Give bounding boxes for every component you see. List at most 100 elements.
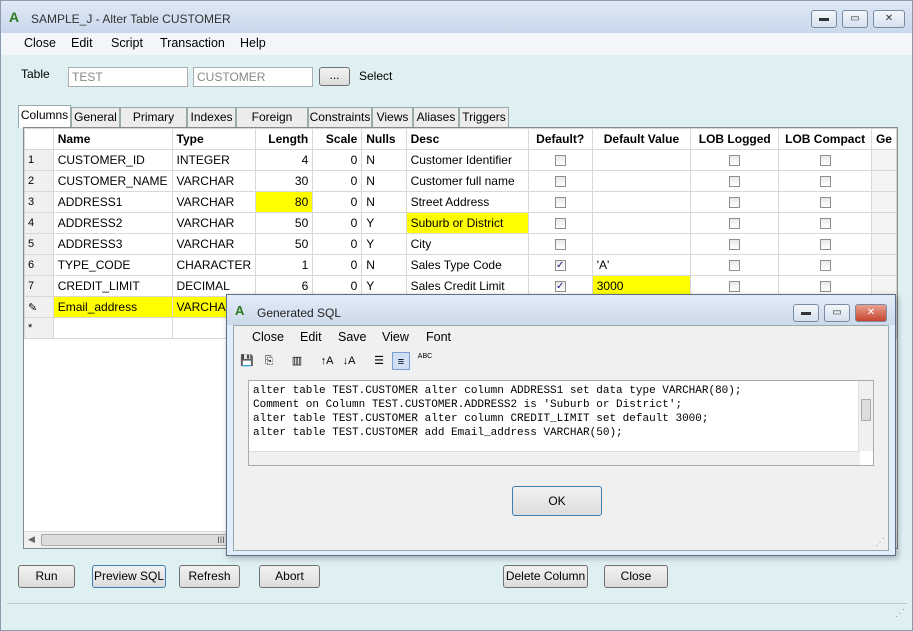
col-header-length[interactable]: Length — [255, 128, 314, 150]
dialog-menu-save[interactable]: Save — [338, 330, 367, 344]
col-header-default-value[interactable]: Default Value — [591, 128, 692, 150]
table-row[interactable]: 3 ADDRESS1 VARCHAR 80 0 N Street Address — [24, 191, 897, 213]
lob-compact-checkbox[interactable] — [819, 260, 831, 272]
cell-length[interactable]: 50 — [255, 212, 314, 234]
wrap-icon[interactable]: ☰ — [370, 352, 388, 370]
cell-default-value[interactable] — [591, 212, 692, 234]
cell-default-flag[interactable] — [527, 212, 593, 234]
col-header-default-flag[interactable]: Default? — [527, 128, 593, 150]
cell-type[interactable]: VARCHAR — [171, 233, 257, 255]
cell-scale[interactable]: 0 — [312, 191, 363, 213]
cell-name[interactable] — [52, 317, 173, 339]
cell-type[interactable]: CHARACTER — [171, 254, 257, 276]
col-header-scale[interactable]: Scale — [312, 128, 363, 150]
menu-script[interactable]: Script — [111, 36, 143, 50]
default-checkbox[interactable] — [554, 155, 566, 167]
resize-grip-icon[interactable]: ⋰ — [895, 608, 905, 619]
cell-scale[interactable]: 0 — [312, 170, 363, 192]
browse-button[interactable]: ... — [319, 67, 350, 86]
cell-lob-logged[interactable] — [690, 170, 780, 192]
sql-scroll-thumb[interactable] — [861, 399, 871, 421]
abort-button[interactable]: Abort — [259, 565, 320, 588]
lob-compact-checkbox[interactable] — [819, 176, 831, 188]
sort-desc-icon[interactable]: ↓A — [340, 352, 358, 370]
lob-compact-checkbox[interactable] — [819, 218, 831, 230]
tab-primary-key[interactable]: Primary Key — [120, 107, 187, 142]
col-header-generated[interactable]: Ge — [870, 128, 897, 150]
cell-nulls[interactable]: Y — [361, 233, 407, 255]
cell-nulls[interactable]: Y — [361, 212, 407, 234]
preview-sql-button[interactable]: Preview SQL — [92, 565, 166, 588]
lob-logged-checkbox[interactable] — [729, 281, 741, 293]
schema-field[interactable]: TEST — [68, 67, 188, 87]
default-checkbox[interactable] — [554, 176, 566, 188]
sql-text-area[interactable]: alter table TEST.CUSTOMER alter column A… — [248, 380, 874, 466]
menu-edit[interactable]: Edit — [71, 36, 93, 50]
align-icon[interactable]: ≡ — [392, 352, 410, 370]
cell-scale[interactable]: 0 — [312, 254, 363, 276]
dialog-menu-font[interactable]: Font — [426, 330, 451, 344]
cell-desc[interactable]: Customer full name — [405, 170, 529, 192]
dialog-menu-edit[interactable]: Edit — [300, 330, 322, 344]
ok-button[interactable]: OK — [512, 486, 602, 516]
cell-nulls[interactable]: N — [361, 149, 407, 171]
lob-logged-checkbox[interactable] — [729, 176, 741, 188]
table-name-field[interactable]: CUSTOMER — [193, 67, 313, 87]
lob-compact-checkbox[interactable] — [819, 281, 831, 293]
refresh-button[interactable]: Refresh — [179, 565, 240, 588]
cell-default-flag[interactable] — [527, 170, 593, 192]
cell-lob-compact[interactable] — [778, 191, 872, 213]
title-bar[interactable]: A SAMPLE_J - Alter Table CUSTOMER ▬ ▭ ✕ — [1, 1, 912, 33]
close-window-button[interactable]: ✕ — [873, 10, 905, 28]
cell-desc[interactable]: Sales Type Code — [405, 254, 529, 276]
cell-desc[interactable]: Customer Identifier — [405, 149, 529, 171]
cell-lob-compact[interactable] — [778, 212, 872, 234]
sql-vertical-scrollbar[interactable] — [858, 381, 873, 451]
cell-name[interactable]: CUSTOMER_NAME — [52, 170, 173, 192]
dialog-menu-view[interactable]: View — [382, 330, 409, 344]
dialog-menu-close[interactable]: Close — [252, 330, 284, 344]
table-row[interactable]: 2 CUSTOMER_NAME VARCHAR 30 0 N Customer full n… — [24, 170, 897, 192]
save-icon[interactable]: 💾 — [238, 352, 256, 370]
table-row[interactable]: 5 ADDRESS3 VARCHAR 50 0 Y City — [24, 233, 897, 255]
lob-logged-checkbox[interactable] — [729, 260, 741, 272]
table-row[interactable]: 4 ADDRESS2 VARCHAR 50 0 Y Suburb or District — [24, 212, 897, 234]
lob-logged-checkbox[interactable] — [729, 239, 741, 251]
tab-general[interactable]: General — [71, 107, 120, 127]
lob-compact-checkbox[interactable] — [819, 239, 831, 251]
cell-name[interactable]: ADDRESS3 — [52, 233, 173, 255]
cell-name[interactable]: ADDRESS2 — [52, 212, 173, 234]
cell-type[interactable]: INTEGER — [171, 149, 257, 171]
col-header-desc[interactable]: Desc — [405, 128, 529, 150]
cell-scale[interactable]: 0 — [312, 233, 363, 255]
columns-icon[interactable]: ▥ — [288, 352, 306, 370]
tab-triggers[interactable]: Triggers — [459, 107, 509, 127]
cell-generated[interactable] — [870, 212, 897, 234]
cell-default-value[interactable] — [591, 170, 692, 192]
cell-generated[interactable] — [870, 254, 897, 276]
cell-generated[interactable] — [870, 149, 897, 171]
uppercase-icon[interactable]: ABC — [416, 352, 434, 370]
lob-compact-checkbox[interactable] — [819, 197, 831, 209]
cell-length[interactable]: 1 — [255, 254, 314, 276]
sort-asc-icon[interactable]: ↑A — [318, 352, 336, 370]
cell-default-flag[interactable] — [527, 149, 593, 171]
menu-transaction[interactable]: Transaction — [160, 36, 225, 50]
dialog-close-button[interactable]: ✕ — [855, 304, 887, 322]
dialog-maximize-button[interactable]: ▭ — [824, 304, 850, 322]
cell-lob-logged[interactable] — [690, 254, 780, 276]
cell-nulls[interactable]: N — [361, 170, 407, 192]
copy-icon[interactable]: ⎘ — [260, 352, 278, 370]
default-checkbox[interactable]: ✓ — [554, 260, 566, 272]
col-header-type[interactable]: Type — [171, 128, 257, 150]
lob-logged-checkbox[interactable] — [729, 155, 741, 167]
dialog-minimize-button[interactable]: ▬ — [793, 304, 819, 322]
cell-default-value[interactable] — [591, 191, 692, 213]
cell-length[interactable]: 30 — [255, 170, 314, 192]
col-header-nulls[interactable]: Nulls — [361, 128, 407, 150]
tab-views[interactable]: Views — [372, 107, 413, 127]
cell-default-value[interactable]: 'A' — [591, 254, 692, 276]
cell-name[interactable]: CUSTOMER_ID — [52, 149, 173, 171]
cell-scale[interactable]: 0 — [312, 212, 363, 234]
dialog-title-bar[interactable]: A Generated SQL ▬ ▭ ✕ — [227, 295, 895, 325]
